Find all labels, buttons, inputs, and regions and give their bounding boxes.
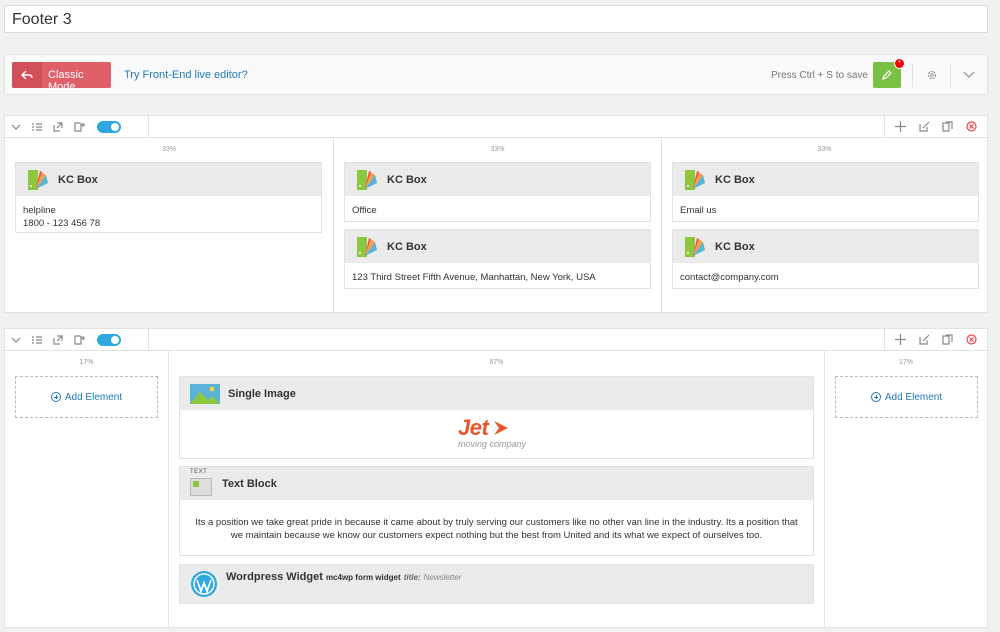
add-element-label: Add Element: [64, 391, 123, 403]
kc-box[interactable]: KC Box Office: [344, 162, 651, 222]
column-width-label: 33%: [817, 146, 832, 153]
chevron-down-icon[interactable]: [961, 67, 977, 83]
add-element-button[interactable]: Add Element: [835, 376, 978, 418]
kc-box[interactable]: KC Box 123 Third Street Fifth Avenue, Ma…: [344, 229, 651, 289]
pencil-icon: [882, 70, 892, 80]
row-1-column-3: 33% KC Box Email us KC Box contact@compa…: [662, 138, 987, 312]
wordpress-icon: [191, 571, 217, 597]
row-1-column-1: 33% KC Box helpline 1800 - 123 456 78: [5, 138, 334, 312]
column-width-label: 17%: [898, 359, 913, 366]
logo-sub-text: moving company: [458, 439, 527, 449]
column-width-label: 67%: [489, 359, 504, 366]
move-icon[interactable]: [895, 121, 907, 132]
widget-title-value: Newsletter: [423, 573, 462, 582]
row-1-right-tools: [884, 115, 988, 137]
back-arrow-icon: [12, 62, 42, 88]
post-title-input[interactable]: Footer 3: [4, 5, 988, 33]
delete-icon[interactable]: [966, 121, 977, 132]
plus-circle-icon: [50, 392, 61, 402]
kc-box[interactable]: KC Box contact@company.com: [672, 229, 979, 289]
columns-icon[interactable]: [32, 122, 42, 131]
element-title: KC Box: [715, 173, 755, 186]
duplicate-icon[interactable]: [942, 334, 953, 345]
element-title: KC Box: [715, 240, 755, 253]
gear-icon[interactable]: [924, 67, 940, 83]
box-text: 1800 - 123 456 78: [23, 218, 101, 229]
row-2-column-center: 67% Single Image Jet moving company TEXT…: [169, 351, 825, 627]
classic-mode-button[interactable]: Classic Mode: [12, 62, 111, 93]
row-1-toggle[interactable]: [97, 120, 121, 133]
element-title: KC Box: [387, 173, 427, 186]
box-text: 123 Third Street Fifth Avenue, Manhattan…: [352, 272, 596, 283]
text-block-icon: TEXT: [190, 468, 214, 497]
add-element-button[interactable]: Add Element: [15, 376, 158, 418]
kc-box[interactable]: KC Box helpline 1800 - 123 456 78: [15, 162, 322, 233]
copy-row-icon[interactable]: [74, 334, 86, 345]
chevron-right-icon: [494, 421, 509, 435]
delete-icon[interactable]: [966, 334, 977, 345]
element-title: Text Block: [222, 477, 277, 490]
wordpress-widget-element[interactable]: Wordpress Widget mc4wp form widget title…: [179, 564, 814, 604]
single-image-element[interactable]: Single Image Jet moving company: [179, 376, 814, 459]
box-text: helpline: [23, 205, 56, 216]
editor-toolbar: Classic Mode Try Front-End live editor? …: [4, 54, 988, 95]
save-hint: Press Ctrl + S to save: [771, 70, 868, 81]
row-settings-icon[interactable]: [53, 334, 63, 345]
column-width-label: 17%: [79, 359, 94, 366]
element-title: Wordpress Widget: [226, 571, 323, 583]
widget-title-key: title:: [403, 573, 421, 582]
collapse-icon[interactable]: [11, 337, 21, 343]
collapse-icon[interactable]: [11, 124, 21, 130]
plus-circle-icon: [870, 392, 881, 402]
box-text: Email us: [680, 205, 717, 216]
kc-box-icon: [357, 236, 377, 257]
text-block-content: Its a position we take great pride in be…: [195, 517, 798, 541]
columns-icon[interactable]: [32, 335, 42, 344]
unsaved-badge: *: [894, 58, 905, 69]
box-text: contact@company.com: [680, 272, 779, 283]
kc-box-icon: [685, 236, 705, 257]
box-text: Office: [352, 205, 377, 216]
row-2-toggle[interactable]: [97, 333, 121, 346]
row-2-column-right: 17% Add Element: [825, 351, 987, 627]
column-width-label: 33%: [161, 146, 176, 153]
row-2: 17% Add Element 67% Single Image Jet mov…: [4, 328, 988, 628]
row-1-column-2: 33% KC Box Office KC Box 123 Third Stree…: [334, 138, 662, 312]
row-settings-icon[interactable]: [53, 121, 63, 132]
element-title: KC Box: [387, 240, 427, 253]
element-title: KC Box: [58, 173, 98, 186]
row-1: 33% KC Box helpline 1800 - 123 456 78 33…: [4, 115, 988, 313]
kc-box[interactable]: KC Box Email us: [672, 162, 979, 222]
edit-icon[interactable]: [919, 334, 930, 345]
text-block-element[interactable]: TEXT Text Block Its a position we take g…: [179, 466, 814, 556]
jet-logo: Jet moving company: [458, 415, 548, 455]
copy-row-icon[interactable]: [74, 121, 86, 132]
column-width-label: 33%: [490, 146, 505, 153]
row-2-right-tools: [884, 328, 988, 350]
duplicate-icon[interactable]: [942, 121, 953, 132]
logo-main-text: Jet: [458, 415, 489, 440]
save-button[interactable]: *: [873, 58, 905, 88]
frontend-editor-link[interactable]: Try Front-End live editor?: [124, 69, 248, 81]
edit-icon[interactable]: [919, 121, 930, 132]
add-element-label: Add Element: [884, 391, 943, 403]
text-icon-label: TEXT: [190, 468, 208, 475]
widget-name: mc4wp form widget: [325, 573, 401, 582]
image-icon: [190, 383, 220, 404]
kc-box-icon: [28, 169, 48, 190]
row-2-column-left: 17% Add Element: [5, 351, 169, 627]
element-title: Single Image: [228, 387, 296, 400]
row-2-tools: [4, 328, 149, 350]
kc-box-icon: [685, 169, 705, 190]
kc-box-icon: [357, 169, 377, 190]
row-1-tools: [4, 115, 149, 137]
classic-mode-label: Classic Mode: [48, 69, 84, 93]
move-icon[interactable]: [895, 334, 907, 345]
